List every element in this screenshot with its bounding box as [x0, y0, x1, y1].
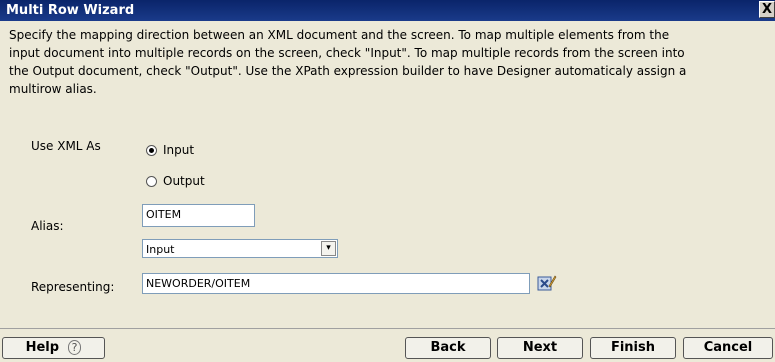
button-bar: Help ? Back Next Finish Cancel: [0, 329, 775, 362]
xpath-builder-icon[interactable]: [537, 274, 557, 292]
radio-output-button[interactable]: [146, 175, 157, 187]
close-icon: X: [761, 2, 773, 17]
next-button[interactable]: Next: [497, 337, 583, 359]
representing-input[interactable]: NEWORDER/OITEM: [142, 273, 530, 294]
alias-label: Alias:: [31, 219, 64, 233]
alias-direction-select[interactable]: Input ▾: [142, 239, 338, 258]
radio-input-button[interactable]: [146, 144, 157, 156]
radio-output-label: Output: [163, 174, 205, 188]
radio-input[interactable]: Input: [146, 143, 194, 157]
wizard-content: Specify the mapping direction between an…: [0, 21, 775, 328]
chevron-down-icon[interactable]: ▾: [321, 241, 336, 256]
help-button[interactable]: Help ?: [2, 337, 105, 359]
use-xml-as-label: Use XML As: [31, 139, 101, 153]
alias-direction-value: Input: [146, 243, 175, 256]
back-button[interactable]: Back: [405, 337, 491, 359]
alias-input[interactable]: OITEM: [142, 204, 255, 227]
help-icon: ?: [67, 340, 82, 355]
finish-button[interactable]: Finish: [590, 337, 676, 359]
help-button-label: Help: [25, 340, 60, 355]
window-title: Multi Row Wizard: [6, 3, 135, 18]
representing-label: Representing:: [31, 280, 115, 294]
instructions-text: Specify the mapping direction between an…: [9, 28, 687, 96]
title-bar: Multi Row Wizard X: [0, 0, 775, 21]
cancel-button[interactable]: Cancel: [683, 337, 773, 359]
radio-output[interactable]: Output: [146, 174, 205, 188]
close-button[interactable]: X: [759, 1, 775, 18]
radio-input-label: Input: [163, 143, 195, 157]
